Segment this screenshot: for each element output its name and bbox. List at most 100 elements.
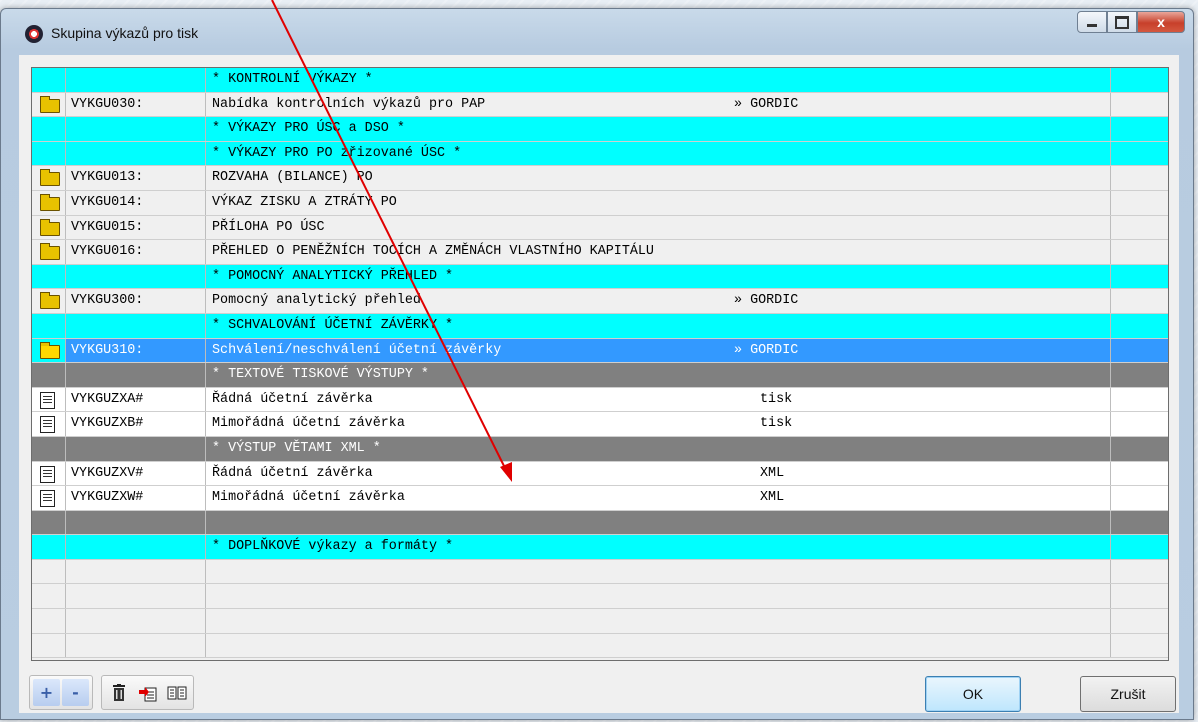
- row-icon-cell: [32, 240, 66, 264]
- row-code: VYKGU015:: [66, 215, 206, 240]
- row-code: [66, 141, 206, 166]
- report-grid[interactable]: * KONTROLNÍ VÝKAZY * VYKGU030: Nabídka kon…: [31, 67, 1169, 661]
- row-description-cell: * VÝKAZY PRO ÚSC a DSO *: [206, 117, 1111, 141]
- row-description-cell: Řádná účetní závěrka tisk: [206, 387, 1111, 412]
- row-code: VYKGU016:: [66, 240, 206, 264]
- row-code: VYKGU013:: [66, 166, 206, 190]
- dialog-client-area: * KONTROLNÍ VÝKAZY * VYKGU030: Nabídka kon…: [19, 55, 1179, 713]
- row-description: Řádná účetní závěrka: [212, 465, 373, 481]
- row-extra-cell: [1111, 191, 1168, 215]
- row-code: [66, 436, 206, 461]
- row-description-cell: Mimořádná účetní závěrka XML: [206, 486, 1111, 510]
- action-group: [101, 675, 194, 710]
- table-row[interactable]: [32, 609, 1168, 634]
- row-tag: XML: [760, 465, 785, 481]
- table-row[interactable]: VYKGU016: PŘEHLED O PENĚŽNÍCH TOCÍCH A ZM…: [32, 240, 1168, 265]
- row-extra-cell: [1111, 437, 1168, 461]
- row-description-cell: * VÝSTUP VĚTAMI XML *: [206, 436, 1111, 461]
- folder-icon: [40, 193, 60, 211]
- row-description: Schválení/neschválení účetní závěrky: [212, 342, 502, 358]
- cancel-button[interactable]: Zrušit: [1080, 676, 1176, 712]
- row-extra-cell: [1111, 412, 1168, 436]
- row-code: VYKGUZXV#: [66, 461, 206, 486]
- row-description-cell: * SCHVALOVÁNÍ ÚČETNÍ ZÁVĚRKY *: [206, 313, 1111, 338]
- row-icon-cell: [32, 68, 66, 92]
- table-row[interactable]: VYKGUZXV# Řádná účetní závěrka XML: [32, 461, 1168, 487]
- row-code: VYKGU300:: [66, 289, 206, 313]
- row-description-cell: [206, 609, 1111, 633]
- row-extra-cell: [1111, 609, 1168, 633]
- row-code: [66, 584, 206, 609]
- table-row[interactable]: * VÝKAZY PRO PO zřizované ÚSC *: [32, 141, 1168, 167]
- table-row[interactable]: * VÝSTUP VĚTAMI XML *: [32, 436, 1168, 462]
- table-row[interactable]: * POMOCNÝ ANALYTICKÝ PŘEHLED *: [32, 264, 1168, 290]
- document-icon: [40, 391, 55, 409]
- row-extra-cell: [1111, 363, 1168, 387]
- add-row-button[interactable]: +: [33, 679, 60, 706]
- folder-icon: [40, 243, 60, 261]
- table-row[interactable]: VYKGU013: ROZVAHA (BILANCE) PO: [32, 166, 1168, 191]
- row-extra-cell: [1111, 560, 1168, 584]
- row-description-cell: * KONTROLNÍ VÝKAZY *: [206, 68, 1111, 92]
- row-description: Mimořádná účetní závěrka: [212, 490, 405, 506]
- table-row[interactable]: VYKGU014: VÝKAZ ZISKU A ZTRÁTY PO: [32, 190, 1168, 216]
- close-button[interactable]: x: [1137, 11, 1185, 33]
- row-description-cell: [206, 584, 1111, 609]
- row-tag: » GORDIC: [734, 96, 799, 112]
- minimize-icon: [1087, 24, 1097, 27]
- table-row[interactable]: * SCHVALOVÁNÍ ÚČETNÍ ZÁVĚRKY *: [32, 313, 1168, 339]
- row-description-cell: [206, 510, 1111, 535]
- remove-row-button[interactable]: -: [62, 679, 89, 706]
- row-icon-cell: [32, 412, 66, 436]
- table-row[interactable]: VYKGU310: Schválení/neschválení účetní zá…: [32, 338, 1168, 364]
- row-extra-cell: [1111, 388, 1168, 412]
- row-code: [66, 117, 206, 141]
- row-tag: XML: [760, 490, 785, 506]
- row-extra-cell: [1111, 142, 1168, 166]
- table-row[interactable]: VYKGUZXA# Řádná účetní závěrka tisk: [32, 387, 1168, 413]
- row-icon-cell: [32, 436, 66, 461]
- row-extra-cell: [1111, 462, 1168, 486]
- table-row[interactable]: [32, 510, 1168, 536]
- table-row[interactable]: * DOPLŇKOVÉ výkazy a formáty *: [32, 535, 1168, 560]
- book-button[interactable]: [163, 679, 190, 706]
- table-row[interactable]: [32, 584, 1168, 610]
- row-description-cell: [206, 633, 1111, 658]
- table-row[interactable]: VYKGUZXB# Mimořádná účetní závěrka tisk: [32, 412, 1168, 437]
- copy-button[interactable]: [134, 679, 161, 706]
- table-row[interactable]: [32, 633, 1168, 659]
- row-description-cell: * VÝKAZY PRO PO zřizované ÚSC *: [206, 141, 1111, 166]
- table-row[interactable]: [32, 559, 1168, 585]
- row-description: Pomocný analytický přehled: [212, 293, 421, 309]
- row-code: VYKGU014:: [66, 190, 206, 215]
- delete-button[interactable]: [105, 679, 132, 706]
- row-code: [66, 510, 206, 535]
- row-description-cell: Mimořádná účetní závěrka tisk: [206, 412, 1111, 436]
- ok-button[interactable]: OK: [925, 676, 1021, 712]
- folder-icon: [40, 292, 60, 310]
- maximize-icon: [1115, 15, 1129, 29]
- maximize-button[interactable]: [1107, 11, 1137, 33]
- row-extra-cell: [1111, 265, 1168, 289]
- minimize-button[interactable]: [1077, 11, 1107, 33]
- title-bar[interactable]: Skupina výkazů pro tisk x: [1, 9, 1193, 57]
- row-icon-cell: [32, 584, 66, 609]
- table-row[interactable]: * TEXTOVÉ TISKOVÉ VÝSTUPY *: [32, 363, 1168, 388]
- document-icon: [40, 465, 55, 483]
- row-description: Mimořádná účetní závěrka: [212, 416, 405, 432]
- row-extra-cell: [1111, 68, 1168, 92]
- table-row[interactable]: VYKGU015: PŘÍLOHA PO ÚSC: [32, 215, 1168, 241]
- row-code: [66, 363, 206, 387]
- table-row[interactable]: VYKGUZXW# Mimořádná účetní závěrka XML: [32, 486, 1168, 511]
- table-row[interactable]: VYKGU030: Nabídka kontrolních výkazů pro …: [32, 92, 1168, 118]
- row-description-cell: * DOPLŇKOVÉ výkazy a formáty *: [206, 535, 1111, 559]
- table-row[interactable]: * KONTROLNÍ VÝKAZY *: [32, 68, 1168, 93]
- row-code: [66, 313, 206, 338]
- row-icon-cell: [32, 338, 66, 363]
- table-row[interactable]: * VÝKAZY PRO ÚSC a DSO *: [32, 117, 1168, 142]
- document-icon: [40, 416, 55, 434]
- row-icon-cell: [32, 535, 66, 559]
- table-row[interactable]: VYKGU300: Pomocný analytický přehled » GOR…: [32, 289, 1168, 314]
- window-title: Skupina výkazů pro tisk: [51, 25, 199, 41]
- row-icon-cell: [32, 215, 66, 240]
